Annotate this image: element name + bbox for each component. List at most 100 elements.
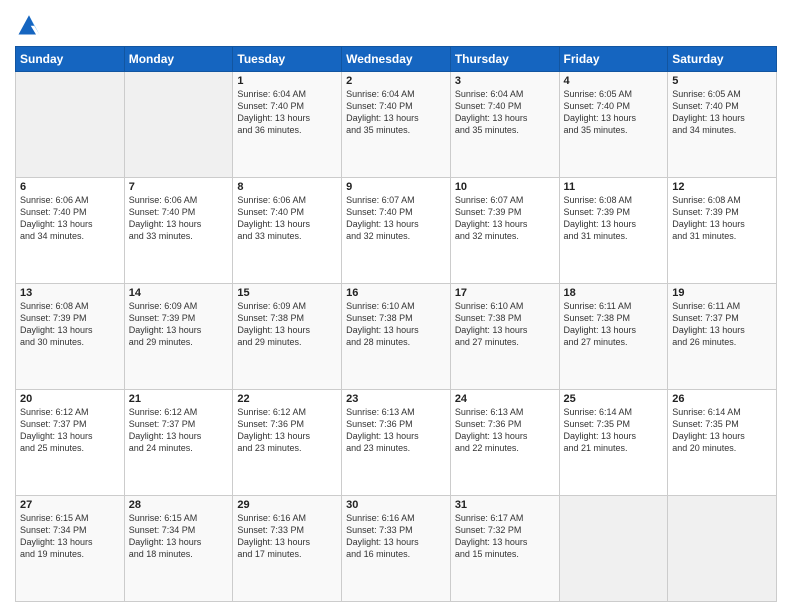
calendar-cell: 13Sunrise: 6:08 AM Sunset: 7:39 PM Dayli…: [16, 284, 125, 390]
calendar-cell: 20Sunrise: 6:12 AM Sunset: 7:37 PM Dayli…: [16, 390, 125, 496]
day-number: 3: [455, 75, 555, 87]
day-info: Sunrise: 6:16 AM Sunset: 7:33 PM Dayligh…: [346, 512, 446, 561]
day-info: Sunrise: 6:05 AM Sunset: 7:40 PM Dayligh…: [672, 88, 772, 137]
calendar-cell: [124, 72, 233, 178]
day-number: 6: [20, 181, 120, 193]
day-info: Sunrise: 6:14 AM Sunset: 7:35 PM Dayligh…: [672, 406, 772, 455]
day-info: Sunrise: 6:11 AM Sunset: 7:37 PM Dayligh…: [672, 300, 772, 349]
calendar-cell: 28Sunrise: 6:15 AM Sunset: 7:34 PM Dayli…: [124, 496, 233, 602]
day-number: 4: [564, 75, 664, 87]
day-number: 16: [346, 287, 446, 299]
day-info: Sunrise: 6:15 AM Sunset: 7:34 PM Dayligh…: [20, 512, 120, 561]
day-info: Sunrise: 6:07 AM Sunset: 7:39 PM Dayligh…: [455, 194, 555, 243]
calendar-cell: 15Sunrise: 6:09 AM Sunset: 7:38 PM Dayli…: [233, 284, 342, 390]
calendar-cell: 1Sunrise: 6:04 AM Sunset: 7:40 PM Daylig…: [233, 72, 342, 178]
day-info: Sunrise: 6:04 AM Sunset: 7:40 PM Dayligh…: [346, 88, 446, 137]
calendar-cell: 16Sunrise: 6:10 AM Sunset: 7:38 PM Dayli…: [342, 284, 451, 390]
day-number: 23: [346, 393, 446, 405]
calendar-cell: 22Sunrise: 6:12 AM Sunset: 7:36 PM Dayli…: [233, 390, 342, 496]
calendar-cell: 19Sunrise: 6:11 AM Sunset: 7:37 PM Dayli…: [668, 284, 777, 390]
day-info: Sunrise: 6:13 AM Sunset: 7:36 PM Dayligh…: [455, 406, 555, 455]
weekday-header-monday: Monday: [124, 47, 233, 72]
calendar-cell: 4Sunrise: 6:05 AM Sunset: 7:40 PM Daylig…: [559, 72, 668, 178]
day-number: 18: [564, 287, 664, 299]
calendar-cell: 18Sunrise: 6:11 AM Sunset: 7:38 PM Dayli…: [559, 284, 668, 390]
day-info: Sunrise: 6:12 AM Sunset: 7:36 PM Dayligh…: [237, 406, 337, 455]
calendar-cell: 21Sunrise: 6:12 AM Sunset: 7:37 PM Dayli…: [124, 390, 233, 496]
day-info: Sunrise: 6:06 AM Sunset: 7:40 PM Dayligh…: [237, 194, 337, 243]
calendar-table: SundayMondayTuesdayWednesdayThursdayFrid…: [15, 46, 777, 602]
day-info: Sunrise: 6:12 AM Sunset: 7:37 PM Dayligh…: [129, 406, 229, 455]
day-info: Sunrise: 6:10 AM Sunset: 7:38 PM Dayligh…: [346, 300, 446, 349]
calendar-cell: 7Sunrise: 6:06 AM Sunset: 7:40 PM Daylig…: [124, 178, 233, 284]
day-info: Sunrise: 6:14 AM Sunset: 7:35 PM Dayligh…: [564, 406, 664, 455]
calendar-cell: 25Sunrise: 6:14 AM Sunset: 7:35 PM Dayli…: [559, 390, 668, 496]
day-number: 9: [346, 181, 446, 193]
day-number: 19: [672, 287, 772, 299]
day-info: Sunrise: 6:16 AM Sunset: 7:33 PM Dayligh…: [237, 512, 337, 561]
calendar-cell: [559, 496, 668, 602]
calendar-cell: 27Sunrise: 6:15 AM Sunset: 7:34 PM Dayli…: [16, 496, 125, 602]
day-info: Sunrise: 6:09 AM Sunset: 7:39 PM Dayligh…: [129, 300, 229, 349]
page: SundayMondayTuesdayWednesdayThursdayFrid…: [0, 0, 792, 612]
day-info: Sunrise: 6:05 AM Sunset: 7:40 PM Dayligh…: [564, 88, 664, 137]
calendar-cell: 29Sunrise: 6:16 AM Sunset: 7:33 PM Dayli…: [233, 496, 342, 602]
weekday-header-sunday: Sunday: [16, 47, 125, 72]
day-number: 27: [20, 499, 120, 511]
calendar-cell: 5Sunrise: 6:05 AM Sunset: 7:40 PM Daylig…: [668, 72, 777, 178]
weekday-header-saturday: Saturday: [668, 47, 777, 72]
calendar-week-5: 27Sunrise: 6:15 AM Sunset: 7:34 PM Dayli…: [16, 496, 777, 602]
calendar-cell: [668, 496, 777, 602]
day-number: 29: [237, 499, 337, 511]
calendar-cell: [16, 72, 125, 178]
calendar-header: SundayMondayTuesdayWednesdayThursdayFrid…: [16, 47, 777, 72]
calendar-cell: 23Sunrise: 6:13 AM Sunset: 7:36 PM Dayli…: [342, 390, 451, 496]
calendar-cell: 2Sunrise: 6:04 AM Sunset: 7:40 PM Daylig…: [342, 72, 451, 178]
calendar-cell: 24Sunrise: 6:13 AM Sunset: 7:36 PM Dayli…: [450, 390, 559, 496]
logo: [15, 10, 47, 38]
weekday-header-thursday: Thursday: [450, 47, 559, 72]
day-number: 2: [346, 75, 446, 87]
calendar-cell: 31Sunrise: 6:17 AM Sunset: 7:32 PM Dayli…: [450, 496, 559, 602]
day-number: 17: [455, 287, 555, 299]
day-info: Sunrise: 6:10 AM Sunset: 7:38 PM Dayligh…: [455, 300, 555, 349]
day-info: Sunrise: 6:13 AM Sunset: 7:36 PM Dayligh…: [346, 406, 446, 455]
header: [15, 10, 777, 38]
day-number: 11: [564, 181, 664, 193]
day-info: Sunrise: 6:11 AM Sunset: 7:38 PM Dayligh…: [564, 300, 664, 349]
day-number: 28: [129, 499, 229, 511]
day-info: Sunrise: 6:07 AM Sunset: 7:40 PM Dayligh…: [346, 194, 446, 243]
weekday-header-friday: Friday: [559, 47, 668, 72]
calendar-week-2: 6Sunrise: 6:06 AM Sunset: 7:40 PM Daylig…: [16, 178, 777, 284]
calendar-cell: 10Sunrise: 6:07 AM Sunset: 7:39 PM Dayli…: [450, 178, 559, 284]
calendar-cell: 9Sunrise: 6:07 AM Sunset: 7:40 PM Daylig…: [342, 178, 451, 284]
day-info: Sunrise: 6:08 AM Sunset: 7:39 PM Dayligh…: [20, 300, 120, 349]
day-info: Sunrise: 6:04 AM Sunset: 7:40 PM Dayligh…: [237, 88, 337, 137]
day-info: Sunrise: 6:06 AM Sunset: 7:40 PM Dayligh…: [129, 194, 229, 243]
calendar-cell: 8Sunrise: 6:06 AM Sunset: 7:40 PM Daylig…: [233, 178, 342, 284]
day-number: 21: [129, 393, 229, 405]
day-info: Sunrise: 6:17 AM Sunset: 7:32 PM Dayligh…: [455, 512, 555, 561]
day-number: 12: [672, 181, 772, 193]
day-number: 10: [455, 181, 555, 193]
calendar-week-3: 13Sunrise: 6:08 AM Sunset: 7:39 PM Dayli…: [16, 284, 777, 390]
calendar-cell: 11Sunrise: 6:08 AM Sunset: 7:39 PM Dayli…: [559, 178, 668, 284]
calendar-body: 1Sunrise: 6:04 AM Sunset: 7:40 PM Daylig…: [16, 72, 777, 602]
day-info: Sunrise: 6:08 AM Sunset: 7:39 PM Dayligh…: [564, 194, 664, 243]
day-info: Sunrise: 6:12 AM Sunset: 7:37 PM Dayligh…: [20, 406, 120, 455]
day-number: 22: [237, 393, 337, 405]
weekday-row: SundayMondayTuesdayWednesdayThursdayFrid…: [16, 47, 777, 72]
day-info: Sunrise: 6:04 AM Sunset: 7:40 PM Dayligh…: [455, 88, 555, 137]
day-number: 24: [455, 393, 555, 405]
day-info: Sunrise: 6:09 AM Sunset: 7:38 PM Dayligh…: [237, 300, 337, 349]
calendar-cell: 3Sunrise: 6:04 AM Sunset: 7:40 PM Daylig…: [450, 72, 559, 178]
calendar-cell: 14Sunrise: 6:09 AM Sunset: 7:39 PM Dayli…: [124, 284, 233, 390]
calendar-cell: 6Sunrise: 6:06 AM Sunset: 7:40 PM Daylig…: [16, 178, 125, 284]
day-number: 15: [237, 287, 337, 299]
calendar-cell: 30Sunrise: 6:16 AM Sunset: 7:33 PM Dayli…: [342, 496, 451, 602]
calendar-cell: 12Sunrise: 6:08 AM Sunset: 7:39 PM Dayli…: [668, 178, 777, 284]
day-number: 14: [129, 287, 229, 299]
calendar-cell: 17Sunrise: 6:10 AM Sunset: 7:38 PM Dayli…: [450, 284, 559, 390]
day-number: 30: [346, 499, 446, 511]
day-info: Sunrise: 6:06 AM Sunset: 7:40 PM Dayligh…: [20, 194, 120, 243]
